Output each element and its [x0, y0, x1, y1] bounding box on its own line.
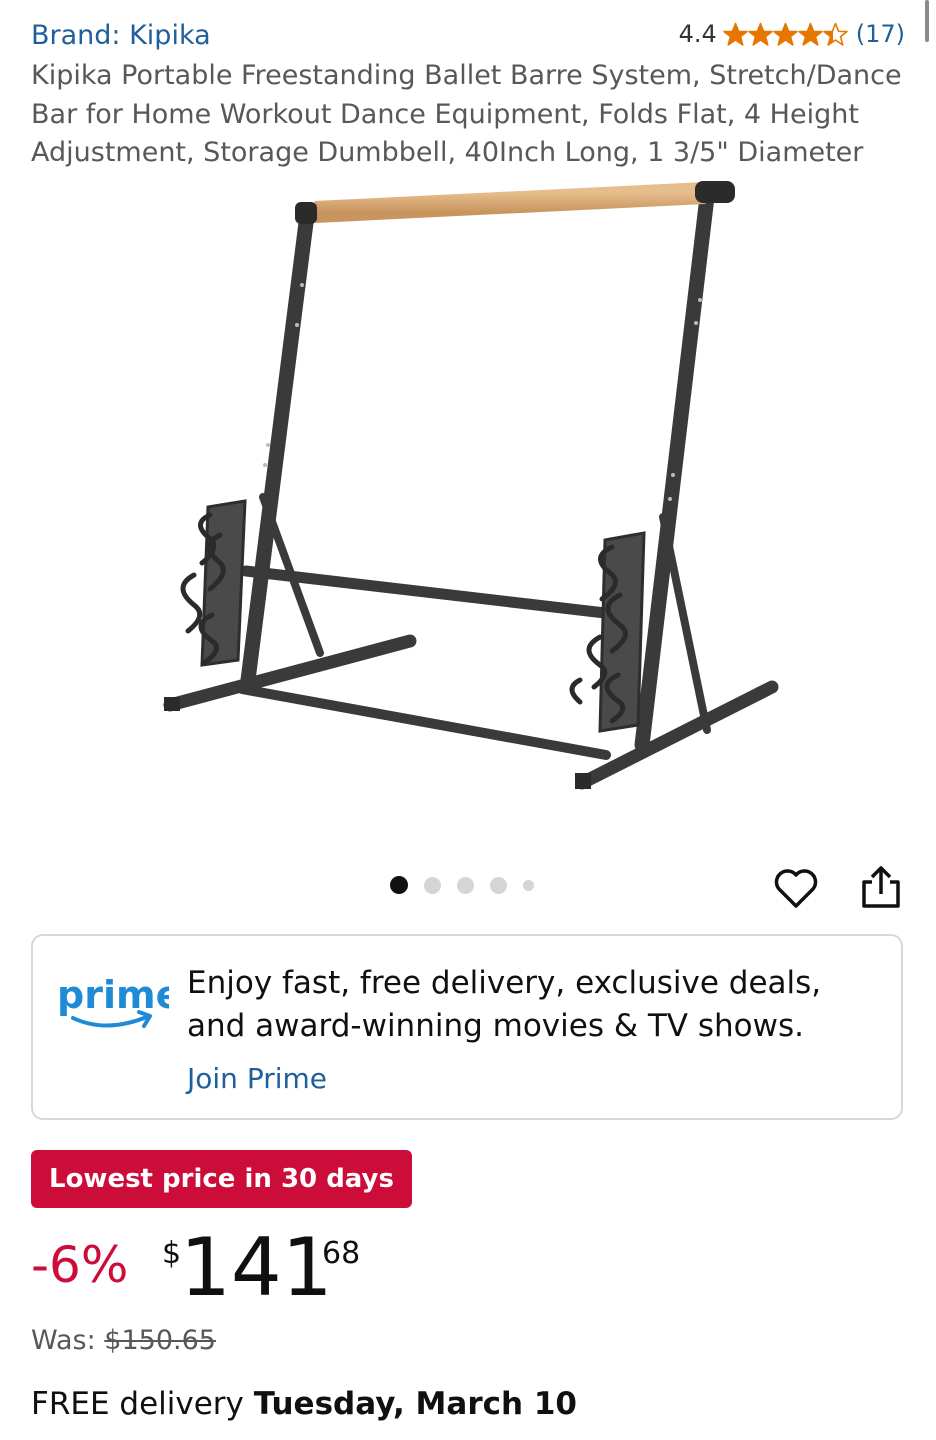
prime-logo-icon: prime [57, 973, 169, 1028]
heart-icon[interactable] [773, 866, 819, 912]
prime-logo-text: prime [57, 973, 169, 1017]
star-icon [722, 22, 748, 46]
rating-value: 4.4 [678, 20, 717, 48]
image-carousel-dots[interactable] [390, 876, 550, 894]
prime-message: Enjoy fast, free delivery, exclusive dea… [187, 965, 822, 1044]
price-currency: $ [162, 1236, 182, 1271]
share-icon[interactable] [858, 862, 904, 910]
price-whole: 141 [180, 1221, 333, 1314]
carousel-dot[interactable] [457, 876, 474, 894]
carousel-dot[interactable] [523, 879, 534, 891]
product-image[interactable] [150, 175, 790, 815]
rating[interactable]: 4.4 (17) [679, 20, 905, 48]
prime-banner[interactable]: prime Enjoy fast, free delivery, exclusi… [31, 934, 903, 1120]
star-icon [772, 22, 798, 46]
discount-percent: -6% [31, 1236, 129, 1294]
star-icon [797, 22, 823, 46]
scrollbar[interactable] [925, 0, 929, 42]
brand-link[interactable]: Brand: Kipika [31, 20, 211, 51]
carousel-dot[interactable] [424, 876, 441, 894]
was-price: $150.65 [104, 1325, 216, 1356]
star-icon [822, 22, 848, 46]
was-label: Was: [31, 1325, 96, 1356]
delivery-date: Tuesday, March 10 [253, 1386, 577, 1422]
delivery-prefix: FREE delivery [31, 1386, 244, 1422]
price-fraction: 68 [322, 1236, 361, 1271]
review-count[interactable]: (17) [856, 20, 905, 48]
carousel-dot[interactable] [390, 876, 408, 894]
carousel-dot[interactable] [490, 876, 507, 894]
was-price-row: Was: $150.65 [31, 1325, 216, 1356]
star-icon [747, 22, 773, 46]
delivery-info: FREE delivery Tuesday, March 10 [31, 1386, 577, 1422]
deal-badge: Lowest price in 30 days [31, 1150, 412, 1208]
join-prime-link[interactable]: Join Prime [187, 1062, 327, 1095]
product-title: Kipika Portable Freestanding Ballet Barr… [31, 60, 902, 168]
star-rating [722, 22, 848, 47]
